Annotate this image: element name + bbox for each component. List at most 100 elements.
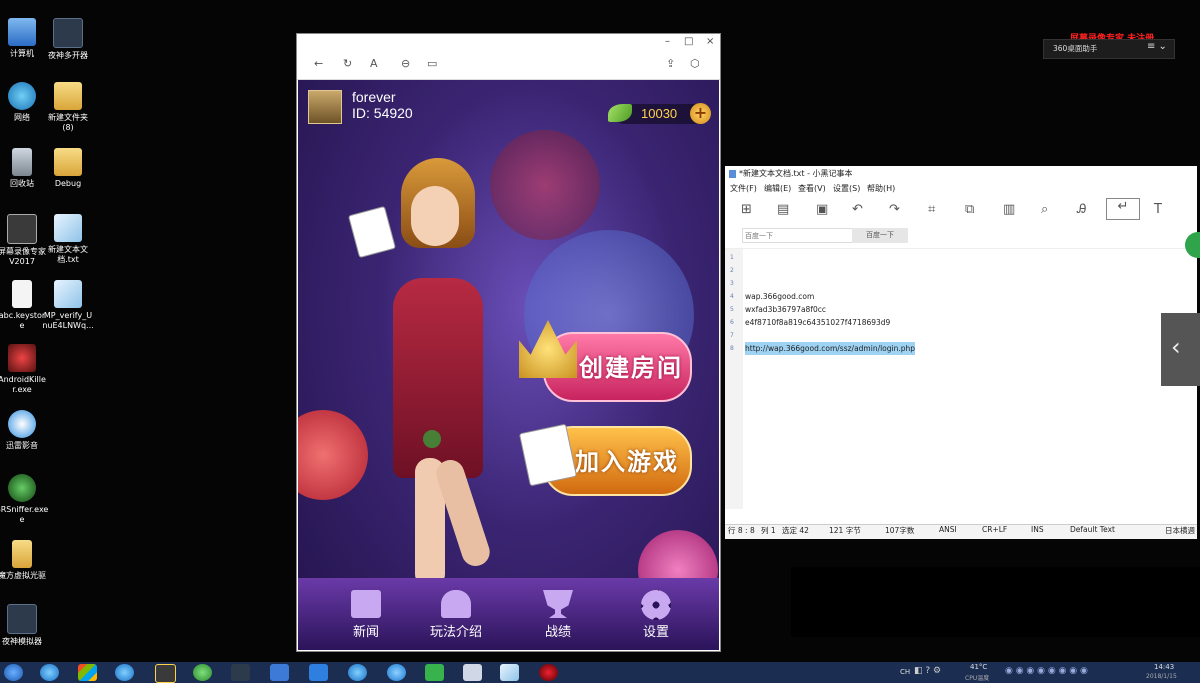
copy-icon[interactable]: ⧉ bbox=[965, 202, 974, 217]
game-screen: forever ID: 54920 10030 + 创建房间 加入游戏 新闻 玩… bbox=[298, 80, 719, 650]
open-file-icon[interactable]: ▤ bbox=[777, 202, 789, 217]
desktop-icon-mpverify[interactable]: MP_verify_U nuE4LNWq... bbox=[36, 280, 100, 331]
nox-icon[interactable] bbox=[231, 664, 250, 681]
film-icon bbox=[7, 214, 37, 244]
status-mode: 日本横週 bbox=[1165, 526, 1195, 535]
close-button[interactable]: × bbox=[706, 36, 714, 47]
recorder-icon[interactable] bbox=[539, 664, 558, 681]
search-icon[interactable]: ⌕ bbox=[1041, 202, 1048, 217]
menu-view[interactable]: 查看(V) bbox=[798, 182, 826, 196]
sogou-icon[interactable] bbox=[387, 664, 406, 681]
username: forever bbox=[352, 89, 396, 105]
save-icon[interactable]: ▣ bbox=[816, 202, 828, 217]
editor-line: 6 e4f8710f8a819c64351027f4718693d9 bbox=[730, 318, 891, 327]
font-icon[interactable]: A bbox=[370, 57, 378, 70]
wechat-icon[interactable] bbox=[425, 664, 444, 681]
baidu-search-button[interactable]: 百度一下 bbox=[852, 228, 908, 243]
desktop-icon-srsniffer[interactable]: SRSniffer.exe e bbox=[0, 474, 54, 525]
undo-icon[interactable]: ↶ bbox=[852, 202, 863, 217]
thunder-player-icon bbox=[8, 410, 36, 438]
leaf-coin-icon bbox=[608, 104, 632, 122]
coin-bar: 10030 + bbox=[608, 103, 711, 124]
tray-apps[interactable]: ◉ ◉ ◉ ◉ ◉ ◉ ◉ ◉ bbox=[1005, 666, 1088, 676]
app-monitor-icon[interactable] bbox=[463, 664, 482, 681]
cut-icon[interactable]: ⌗ bbox=[928, 202, 935, 217]
assistant-widget[interactable]: 360桌面助手 ≡ ⌄ bbox=[1043, 39, 1175, 59]
status-eol: CR+LF bbox=[982, 525, 1008, 534]
baidu-search-input[interactable] bbox=[742, 228, 854, 243]
start-button[interactable] bbox=[4, 664, 23, 681]
new-file-icon[interactable]: ⊞ bbox=[741, 202, 752, 217]
menu-help[interactable]: 帮助(H) bbox=[867, 182, 895, 196]
windows-icon[interactable] bbox=[78, 664, 97, 681]
menu-edit[interactable]: 编辑(E) bbox=[764, 182, 791, 196]
menu-file[interactable]: 文件(F) bbox=[730, 182, 757, 196]
app-p-icon[interactable] bbox=[309, 664, 328, 681]
editor-line: 1 bbox=[730, 254, 734, 261]
editor-line: 7 bbox=[730, 332, 734, 339]
status-col: 列 1 bbox=[761, 526, 776, 535]
browser-360-icon[interactable] bbox=[193, 664, 212, 681]
nav-settings[interactable]: 设置 bbox=[631, 590, 681, 640]
maximize-button[interactable]: □ bbox=[684, 36, 693, 47]
nav-settings-label: 设置 bbox=[642, 625, 669, 640]
desktop-icon-nox-multi[interactable]: 夜神多开器 bbox=[36, 18, 100, 61]
paste-icon[interactable]: ▥ bbox=[1003, 202, 1015, 217]
desktop-icon-virtualdrive[interactable]: 魔方虚拟光驱 bbox=[0, 540, 54, 581]
avatar[interactable] bbox=[308, 90, 342, 124]
ie-icon[interactable] bbox=[40, 664, 59, 681]
dark-region bbox=[791, 567, 1200, 637]
cube-icon[interactable]: ⬡ bbox=[690, 57, 700, 70]
nav-rules-label: 玩法介绍 bbox=[429, 625, 482, 640]
baidu-search: 百度一下 bbox=[725, 226, 1197, 248]
ie-icon[interactable] bbox=[348, 664, 367, 681]
app-g-icon[interactable] bbox=[155, 664, 176, 683]
notepad-taskbar-icon[interactable] bbox=[500, 664, 519, 681]
nav-news-label: 新闻 bbox=[352, 625, 379, 640]
card-icon[interactable]: ▭ bbox=[427, 57, 437, 70]
nox-icon bbox=[53, 18, 83, 48]
desktop-icon-debug[interactable]: Debug bbox=[36, 148, 100, 189]
tray-icons[interactable]: ◧ ? ⚙ bbox=[914, 666, 941, 676]
editor-area[interactable]: 1 2 3 4 wap.366good.com 5 wxfad3b36797a8f0… bbox=[725, 248, 1197, 509]
sniffer-icon bbox=[8, 474, 36, 502]
notepad-statusbar: 行 8 : 8 列 1 选定 42 121 字节 107字数 ANSI CR+L… bbox=[725, 524, 1197, 539]
cursor-indicator bbox=[423, 430, 441, 448]
assistant-label: 360桌面助手 bbox=[1053, 44, 1098, 53]
editor-line-selected: 8 http://wap.366good.com/ssz/admin/login.… bbox=[730, 342, 916, 355]
font-icon[interactable]: T bbox=[1154, 202, 1162, 217]
link-icon[interactable]: ⊖ bbox=[401, 57, 410, 70]
wrap-icon[interactable]: ↵ bbox=[1106, 198, 1140, 220]
menu-settings[interactable]: 设置(S) bbox=[833, 182, 860, 196]
menu-icon[interactable]: ≡ ⌄ bbox=[1147, 41, 1167, 52]
desktop-icon-textfile[interactable]: 新建文本文 档.txt bbox=[36, 214, 100, 265]
ime-indicator[interactable]: CH bbox=[900, 668, 910, 676]
ie-icon[interactable] bbox=[115, 664, 134, 681]
desktop-icon-androidkiller[interactable]: AndroidKille r.exe bbox=[0, 344, 54, 395]
add-coins-button[interactable]: + bbox=[690, 103, 711, 124]
status-ins: INS bbox=[1031, 525, 1044, 534]
notepad-toolbar: ⊞ ▤ ▣ ↶ ↷ ⌗ ⧉ ▥ ⌕ Ꭿ ↵ T bbox=[725, 196, 1197, 226]
nav-news[interactable]: 新闻 bbox=[341, 590, 391, 640]
taskbar: CH ◧ ? ⚙ 41°C CPU温度 ◉ ◉ ◉ ◉ ◉ ◉ ◉ ◉ 14:4… bbox=[0, 662, 1200, 683]
side-panel-toggle[interactable]: ‹ bbox=[1161, 313, 1200, 386]
clock-date: 2018/1/15 bbox=[1146, 673, 1177, 680]
desktop-icon-thunder[interactable]: 迅雷影音 bbox=[0, 410, 54, 451]
nav-record[interactable]: 战绩 bbox=[533, 590, 583, 640]
replace-icon[interactable]: Ꭿ bbox=[1077, 202, 1086, 217]
browser-toolbar: ← ↻ A ⊖ ▭ ⇪ ⬡ bbox=[297, 52, 720, 80]
refresh-icon[interactable]: ↻ bbox=[343, 57, 352, 70]
back-icon[interactable]: ← bbox=[314, 57, 323, 70]
nav-rules[interactable]: 玩法介绍 bbox=[426, 590, 486, 640]
desktop-icon-folder8[interactable]: 新建文件夹 (8) bbox=[36, 82, 100, 133]
share-icon[interactable]: ⇪ bbox=[666, 57, 675, 70]
nav-record-label: 战绩 bbox=[544, 625, 571, 640]
calendar-icon bbox=[351, 590, 381, 618]
minimize-button[interactable]: – bbox=[665, 36, 670, 47]
clock-time: 14:43 bbox=[1154, 663, 1175, 671]
join-game-label: 加入游戏 bbox=[575, 448, 679, 476]
redo-icon[interactable]: ↷ bbox=[889, 202, 900, 217]
feather-icon[interactable] bbox=[270, 664, 289, 681]
desktop-icon-nox[interactable]: 夜神模拟器 bbox=[0, 604, 54, 647]
notepad-window: *新建文本文档.txt - 小黑记事本 文件(F) 编辑(E) 查看(V) 设置… bbox=[725, 166, 1197, 539]
